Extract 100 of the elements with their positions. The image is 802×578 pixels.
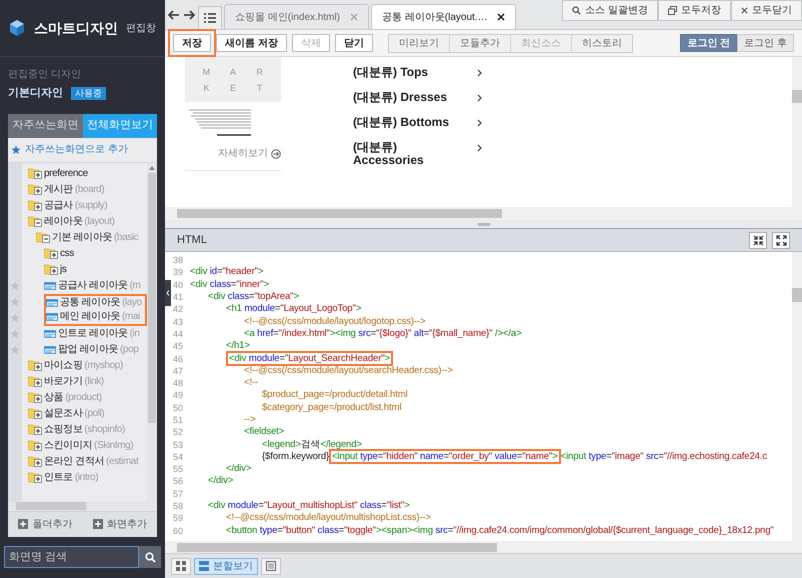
- tree-item[interactable]: 쇼핑정보 (shopinfo): [28, 422, 147, 438]
- arrow-circle-icon[interactable]: [271, 148, 281, 158]
- line-number: 42: [173, 303, 184, 316]
- grid-icon: [176, 561, 186, 571]
- category-link[interactable]: (대분류) Accessories: [353, 141, 471, 167]
- view-mode-button[interactable]: [171, 558, 191, 574]
- top-action-button[interactable]: 모두저장: [658, 0, 731, 21]
- scrollbar[interactable]: [147, 162, 157, 500]
- collapse-button[interactable]: [749, 232, 767, 248]
- add-button[interactable]: 폴더추가: [8, 512, 82, 536]
- tree-item[interactable]: css: [44, 246, 147, 262]
- line-number: 47: [173, 364, 184, 377]
- tree-item[interactable]: 공통 레이아웃 (layo: [44, 294, 147, 310]
- category-link[interactable]: (대분류) Tops: [353, 66, 471, 79]
- tree-item[interactable]: js: [44, 262, 147, 278]
- code-line: <h1 module="Layout_LogoTop">: [225, 303, 362, 316]
- logo-letter: M: [202, 66, 212, 76]
- logo-letter: R: [255, 66, 264, 76]
- code-line: <button type="button" class="toggle"><span><img src="//img.cafe24.com/img/common/global/{$current_language_code}_18x12.png": [225, 524, 774, 537]
- folder-icon[interactable]: [28, 472, 42, 483]
- folder-icon[interactable]: [28, 392, 42, 403]
- star-icon[interactable]: [10, 328, 20, 338]
- collapse-handle[interactable]: [165, 280, 171, 306]
- login-toggle-button[interactable]: 로그인 후: [737, 34, 794, 52]
- chevron-right-icon[interactable]: [477, 94, 482, 102]
- forward-arrow-icon[interactable]: [183, 10, 195, 20]
- expand-button[interactable]: [772, 232, 790, 248]
- folder-icon[interactable]: [28, 360, 42, 371]
- tab-label: 쇼핑몰 메인(index.html): [235, 10, 340, 24]
- chevron-right-icon[interactable]: [477, 69, 482, 77]
- more-link[interactable]: 자세히보기: [218, 146, 268, 161]
- folder-icon[interactable]: [28, 216, 42, 227]
- tree-item[interactable]: 팝업 레이아웃 (pop: [44, 342, 147, 358]
- line-number: 50: [173, 402, 184, 414]
- search-button[interactable]: [139, 546, 161, 568]
- sidebar-tab[interactable]: 자주쓰는화면: [8, 114, 82, 138]
- horizontal-scrollbar[interactable]: [8, 500, 157, 510]
- star-icon[interactable]: [10, 280, 20, 290]
- folder-icon[interactable]: [28, 408, 42, 419]
- top-action-button[interactable]: 소스 일괄변경: [562, 0, 658, 21]
- star-icon[interactable]: [10, 312, 20, 322]
- folder-icon[interactable]: [28, 168, 42, 179]
- tree-item[interactable]: preference: [28, 166, 147, 182]
- tab-list-button[interactable]: [198, 6, 222, 29]
- category-link[interactable]: (대분류) Bottoms: [353, 116, 471, 129]
- code-line: $category_page=/product/list.html: [261, 402, 402, 414]
- scrollbar[interactable]: [792, 252, 802, 541]
- line-number: 55: [173, 463, 184, 476]
- tree-item[interactable]: 레이아웃 (layout): [28, 214, 147, 230]
- view-button[interactable]: 미리보기: [388, 34, 449, 52]
- tree-item[interactable]: 기본 레이아웃 (basic: [36, 230, 147, 246]
- folder-icon[interactable]: [36, 232, 50, 243]
- view-mode-button[interactable]: [261, 558, 281, 574]
- rows-icon: [199, 561, 209, 571]
- tree-item[interactable]: 스킨이미지 (SkinImg): [28, 438, 147, 454]
- folder-icon[interactable]: [28, 200, 42, 211]
- toolbar-button[interactable]: 새이름 저장: [216, 34, 287, 52]
- tree-item[interactable]: 메인 레이아웃 (mai: [44, 310, 147, 326]
- search-field[interactable]: 화면명 검색: [4, 546, 139, 568]
- chevron-right-icon[interactable]: [477, 119, 482, 127]
- tree-item[interactable]: 온라인 견적서 (estimat: [28, 454, 147, 470]
- folder-icon[interactable]: [28, 456, 42, 467]
- tree-item[interactable]: 설문조사 (poll): [28, 406, 147, 422]
- tree-item[interactable]: 바로가기 (link): [28, 374, 147, 390]
- close-icon[interactable]: [497, 13, 505, 21]
- page-icon: [44, 330, 56, 338]
- editor-tab[interactable]: 공통 레이아웃(layout.…: [371, 4, 516, 29]
- tree-item[interactable]: 공급사 (supply): [28, 198, 147, 214]
- chevron-right-icon[interactable]: [477, 144, 482, 152]
- editor-tab[interactable]: 쇼핑몰 메인(index.html): [224, 4, 369, 29]
- star-icon[interactable]: [10, 296, 20, 306]
- back-arrow-icon[interactable]: [168, 10, 180, 20]
- add-favorite-button[interactable]: 자주쓰는화면으로 추가: [8, 138, 157, 162]
- toolbar-button[interactable]: 닫기: [334, 34, 373, 52]
- folder-icon[interactable]: [28, 440, 42, 451]
- folder-icon[interactable]: [28, 376, 42, 387]
- tree-item[interactable]: 인트로 (intro): [28, 470, 147, 486]
- top-action-button[interactable]: 모두닫기: [731, 0, 802, 21]
- star-icon[interactable]: [10, 344, 20, 354]
- line-number: 43: [173, 316, 184, 328]
- logo-letter: A: [228, 66, 237, 76]
- page-icon: [44, 282, 56, 290]
- tree-item[interactable]: 게시판 (board): [28, 182, 147, 198]
- status-badge: 사용중: [71, 86, 106, 100]
- tree-item[interactable]: 상품 (product): [28, 390, 147, 406]
- tree-item[interactable]: 마이쇼핑 (myshop): [28, 358, 147, 374]
- login-toggle-button[interactable]: 로그인 전: [680, 34, 738, 52]
- view-button[interactable]: 모듈추가: [448, 34, 510, 52]
- folder-icon[interactable]: [28, 424, 42, 435]
- view-mode-button[interactable]: 분할보기: [194, 558, 258, 574]
- folder-icon[interactable]: [44, 248, 58, 259]
- line-number: 59: [173, 512, 184, 524]
- folder-icon[interactable]: [28, 184, 42, 195]
- scrollbar[interactable]: [792, 57, 802, 207]
- view-button[interactable]: 히스토리: [570, 34, 632, 52]
- add-button[interactable]: 화면추가: [82, 512, 157, 536]
- tree-item[interactable]: 공급사 레이아웃 (m: [44, 278, 147, 294]
- category-link[interactable]: (대분류) Dresses: [353, 91, 471, 104]
- folder-icon[interactable]: [44, 264, 58, 275]
- tree-item[interactable]: 인트로 레이아웃 (in: [44, 326, 147, 342]
